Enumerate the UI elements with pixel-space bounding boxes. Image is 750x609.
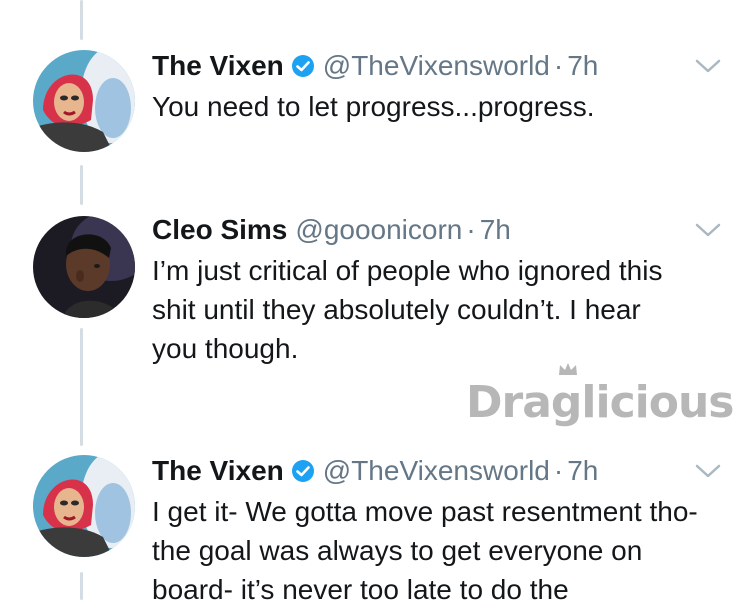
verified-badge-icon [291,459,315,483]
display-name[interactable]: Cleo Sims [152,214,287,246]
separator-dot: · [553,50,564,81]
tweet-header: The Vixen @TheVixensworld · 7h [152,48,598,84]
handle[interactable]: @TheVixensworld [323,455,550,487]
chevron-down-icon[interactable] [694,56,722,76]
tweet-text: I’m just critical of people who ignored … [152,255,663,364]
chevron-down-icon[interactable] [694,220,722,240]
timestamp[interactable]: 7h [480,214,511,246]
handle[interactable]: @TheVixensworld [323,50,550,82]
tweet-header: Cleo Sims @gooonicorn · 7h [152,212,511,248]
chevron-down-icon[interactable] [694,461,722,481]
display-name[interactable]: The Vixen [152,455,284,487]
tweet-text: You need to let progress...progress. [152,91,595,122]
separator-dot: · [466,214,476,245]
thread-line-middle [80,165,83,205]
display-name[interactable]: The Vixen [152,50,284,82]
handle[interactable]: @gooonicorn [295,214,462,246]
thread-line-lower [80,328,83,446]
thread-line-top [80,0,83,40]
verified-badge-icon [291,54,315,78]
tweet-header: The Vixen @TheVixensworld · 7h [152,453,598,489]
avatar[interactable] [33,50,135,152]
separator-dot: · [553,455,564,486]
timestamp[interactable]: 7h [567,455,598,487]
avatar[interactable] [33,455,135,557]
avatar[interactable] [33,216,135,318]
thread-line-bottom [80,572,83,600]
crown-icon [557,361,579,377]
timestamp[interactable]: 7h [567,50,598,82]
tweet-text: I get it- We gotta move past resentment … [152,496,698,605]
watermark-logo: Draglicious [466,377,734,428]
